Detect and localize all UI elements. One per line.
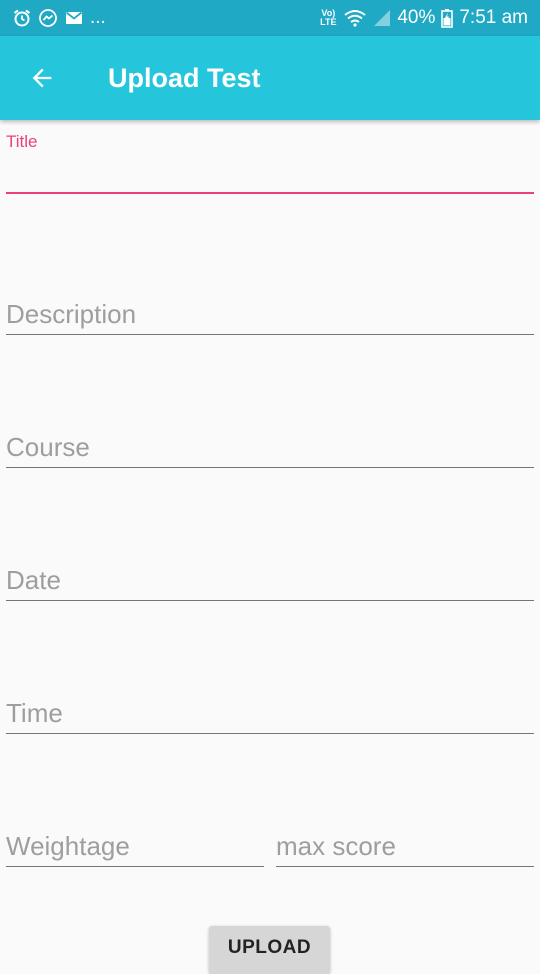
time-underline — [6, 733, 534, 734]
course-underline — [6, 467, 534, 468]
back-button[interactable] — [0, 36, 84, 120]
alarm-icon — [12, 8, 32, 28]
weightage-field[interactable]: Weightage — [6, 826, 264, 867]
course-field[interactable]: Course — [6, 427, 534, 468]
weightage-underline — [6, 866, 264, 867]
battery-charging-icon — [441, 8, 454, 28]
volte-icon: Vo) LTE — [319, 9, 337, 27]
description-underline — [6, 334, 534, 335]
clock: 7:51 am — [459, 7, 528, 28]
course-input[interactable]: Course — [6, 427, 534, 467]
lte-label: LTE — [320, 17, 337, 27]
description-input[interactable]: Description — [6, 294, 534, 334]
wifi-icon — [343, 8, 367, 28]
upload-button[interactable]: UPLOAD — [209, 926, 330, 974]
arrow-back-icon — [32, 68, 52, 88]
description-field[interactable]: Description — [6, 294, 534, 335]
weightage-input[interactable]: Weightage — [6, 826, 264, 866]
title-underline — [6, 192, 534, 194]
messenger-icon — [38, 8, 58, 28]
date-input[interactable]: Date — [6, 560, 534, 600]
date-underline — [6, 600, 534, 601]
page-title: Upload Test — [108, 62, 261, 93]
time-input[interactable]: Time — [6, 693, 534, 733]
max-score-input[interactable]: max score — [276, 826, 534, 866]
title-input[interactable] — [6, 152, 534, 192]
title-field[interactable]: Title — [6, 132, 534, 194]
title-floating-label: Title — [6, 132, 38, 151]
signal-icon — [373, 9, 391, 27]
time-field[interactable]: Time — [6, 693, 534, 734]
battery-percent: 40% — [397, 7, 436, 28]
status-bar: ... Vo) LTE 40% 7:51 am — [0, 0, 540, 36]
status-bar-left: ... — [12, 7, 106, 29]
status-bar-right: Vo) LTE 40% 7:51 am — [319, 7, 528, 29]
date-field[interactable]: Date — [6, 560, 534, 601]
app-bar: Upload Test — [0, 36, 540, 120]
more-notifications: ... — [90, 7, 106, 28]
gmail-icon — [64, 9, 84, 27]
max-score-underline — [276, 866, 534, 867]
max-score-field[interactable]: max score — [276, 826, 534, 867]
